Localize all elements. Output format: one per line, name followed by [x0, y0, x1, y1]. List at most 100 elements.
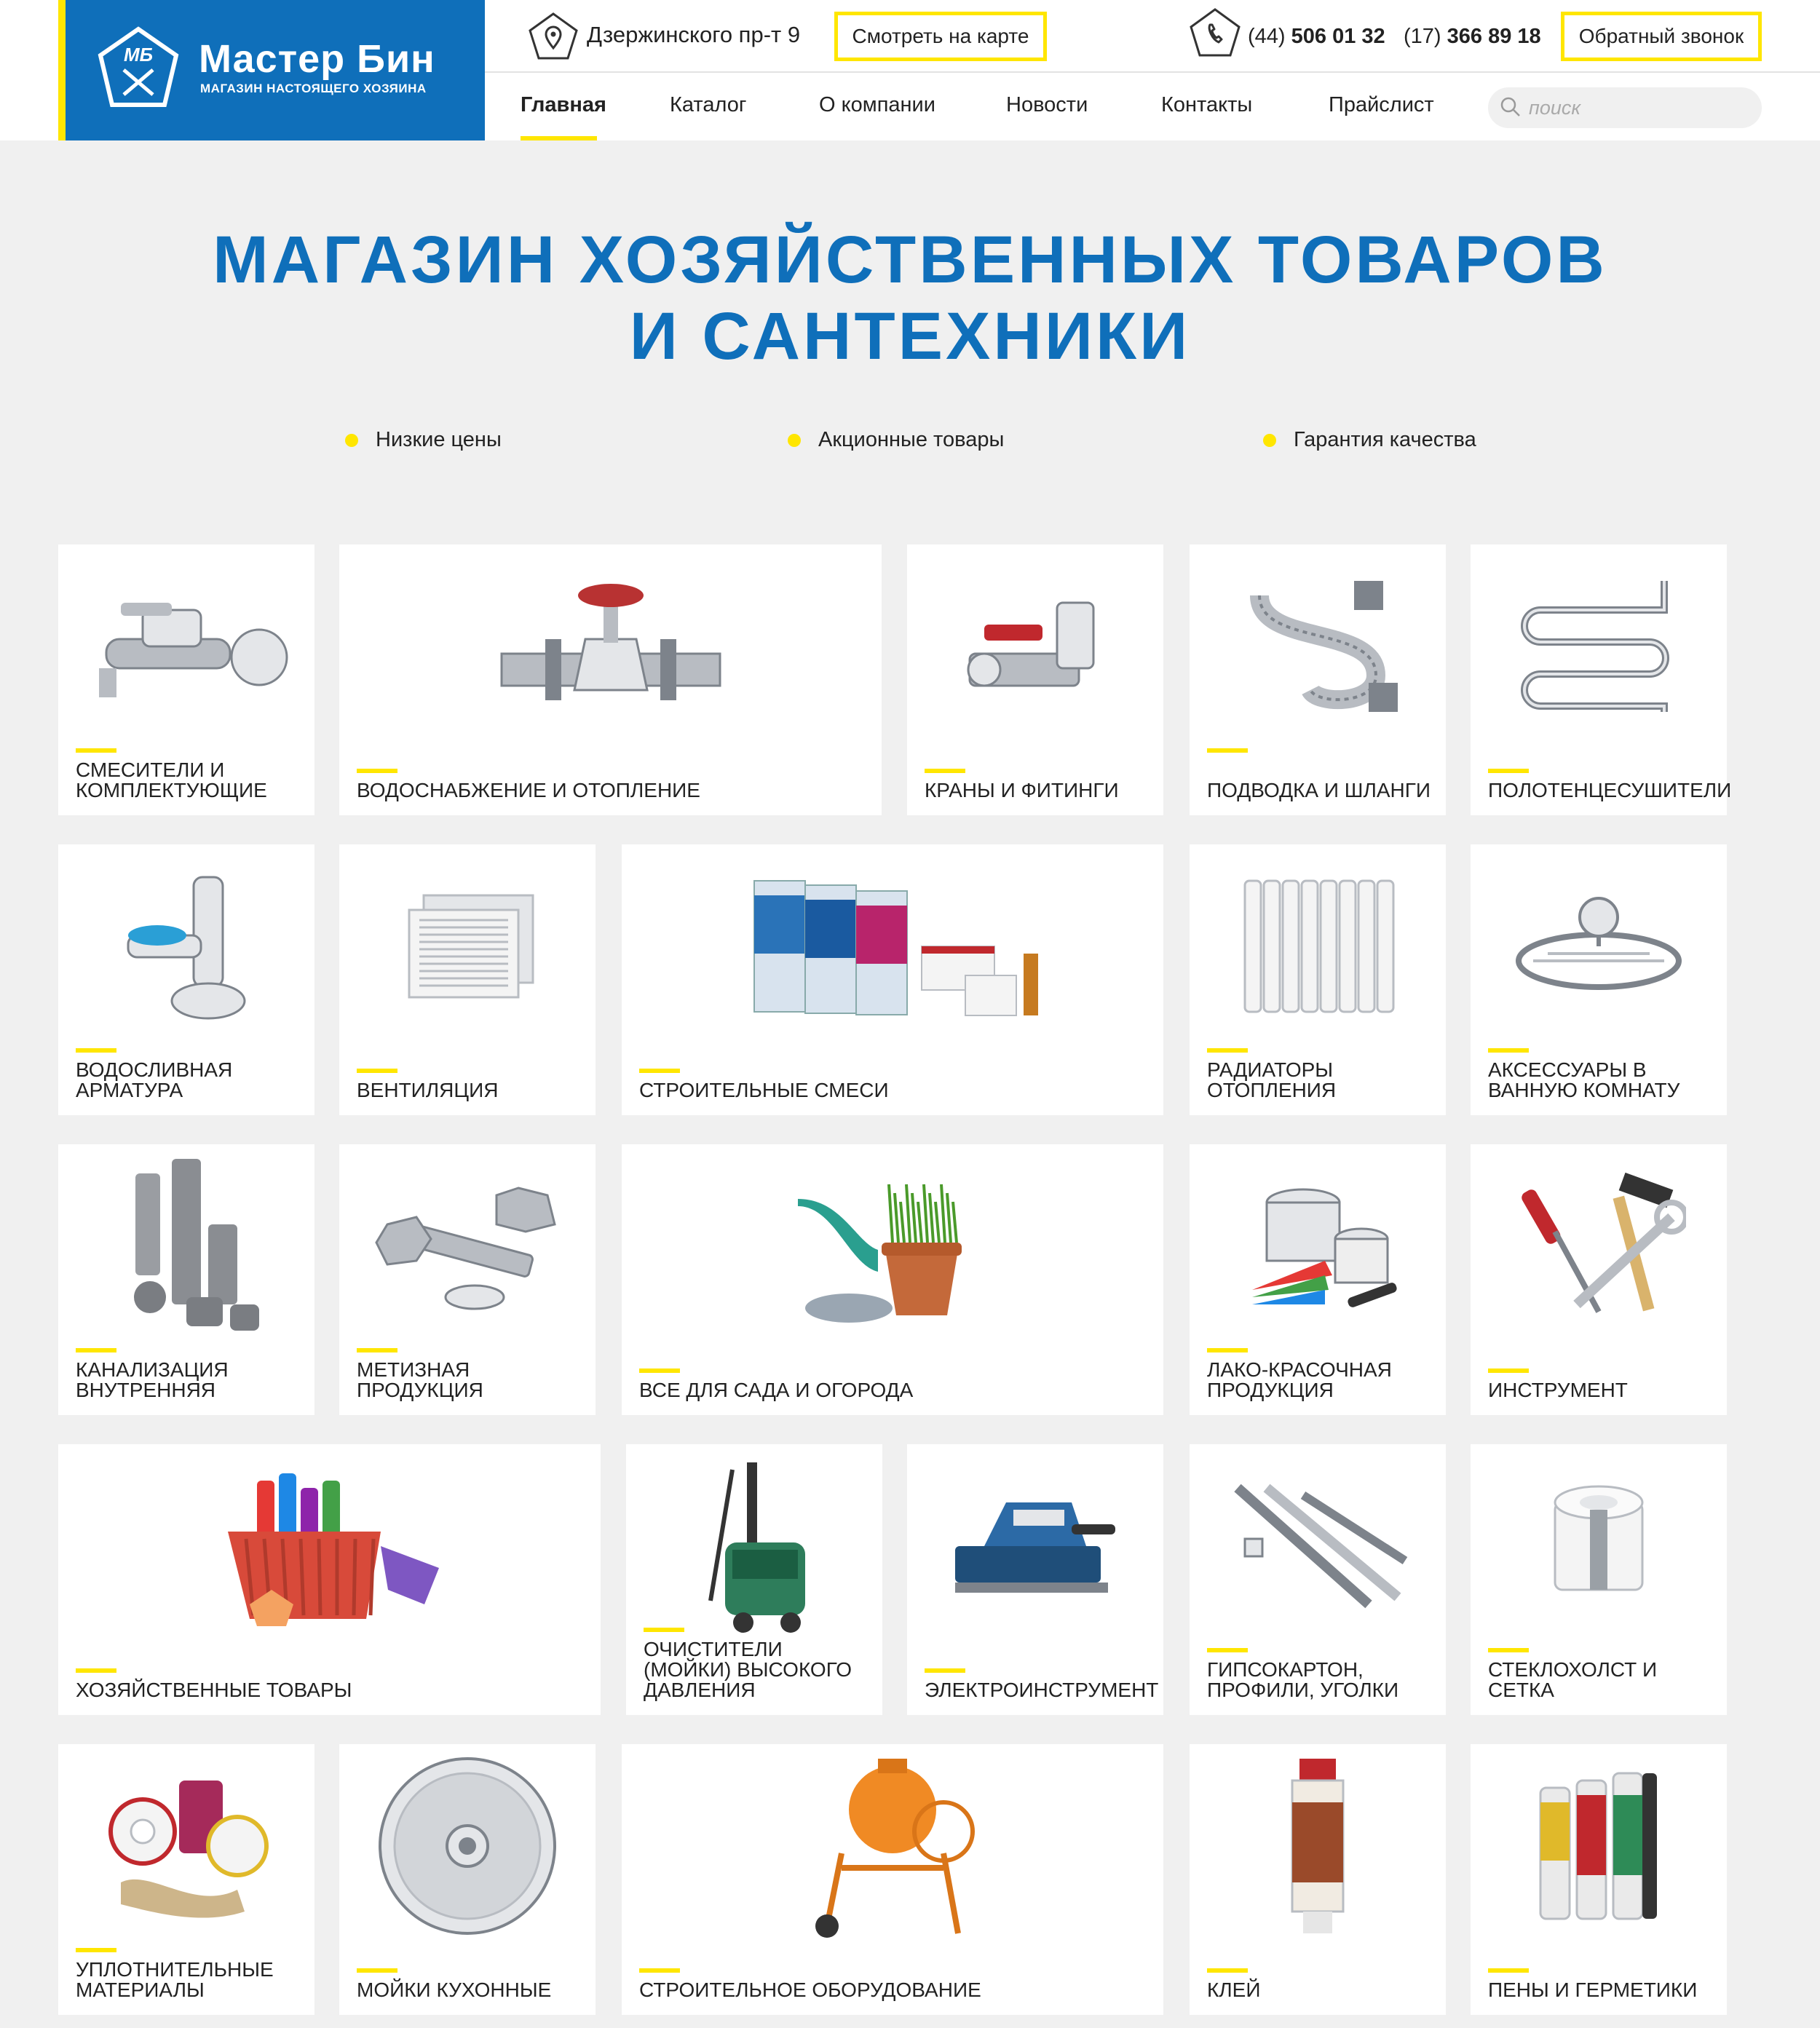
tile-accent-bar	[357, 769, 397, 773]
search-box	[1488, 87, 1762, 128]
category-tile[interactable]: Подводка и шланги	[1190, 544, 1446, 815]
tile-accent-bar	[639, 1968, 680, 1973]
category-tile[interactable]: Клей	[1190, 1744, 1446, 2015]
category-tile[interactable]: Мойки кухонные	[339, 1744, 596, 2015]
category-label: Вентиляция	[357, 1079, 499, 1101]
profiles-icon	[1190, 1466, 1446, 1626]
category-label: Стеклохолст и сетка	[1488, 1658, 1658, 1701]
radiator-icon	[1190, 866, 1446, 1026]
category-label: Радиаторы отопления	[1207, 1058, 1337, 1101]
category-label: Инструмент	[1488, 1379, 1628, 1401]
category-tile[interactable]: Электроинструмент	[907, 1444, 1163, 1715]
view-on-map-button[interactable]: Смотреть на карте	[834, 12, 1047, 61]
tile-accent-bar	[76, 1948, 116, 1952]
logo-accent-strip	[58, 0, 66, 140]
siphon-icon	[58, 866, 314, 1026]
nav-item-news[interactable]: Новости	[1006, 93, 1088, 117]
foam-cans-icon	[1471, 1766, 1727, 1926]
category-tile[interactable]: Краны и фитинги	[907, 544, 1163, 815]
site-header: МБ Мастер Бин МАГАЗИН НАСТОЯЩЕГО ХОЗЯИНА…	[0, 0, 1820, 140]
category-label: Строительное оборудование	[639, 1979, 981, 2001]
tools-icon	[1471, 1166, 1727, 1326]
active-nav-indicator	[521, 136, 597, 140]
bullet-dot-icon	[1263, 433, 1276, 447]
phone-number-1[interactable]: (44) 506 01 32	[1248, 25, 1385, 49]
category-tile[interactable]: Водосливная арматура	[58, 844, 314, 1115]
bullet-dot-icon	[345, 433, 358, 447]
category-label: Смесители и комплектующие	[76, 758, 267, 801]
category-label: Краны и фитинги	[925, 779, 1119, 801]
page-title-line-1: МАГАЗИН ХОЗЯЙСТВЕННЫХ ТОВАРОВ	[213, 223, 1607, 297]
towel-dryer-icon	[1471, 566, 1727, 726]
nav-item-about[interactable]: О компании	[819, 93, 935, 117]
category-tile[interactable]: Метизная продукция	[339, 1144, 596, 1415]
tile-accent-bar	[1207, 1348, 1248, 1352]
category-tile[interactable]: Смесители и комплектующие	[58, 544, 314, 815]
header-divider	[485, 71, 1820, 73]
tile-accent-bar	[639, 1368, 680, 1373]
callback-button[interactable]: Обратный звонок	[1561, 12, 1762, 61]
category-tile[interactable]: Строительные смеси	[622, 844, 1163, 1115]
category-label: Подводка и шланги	[1207, 779, 1431, 801]
category-tile[interactable]: Полотенцесушители	[1471, 544, 1731, 815]
hose-icon	[1190, 566, 1446, 726]
tile-accent-bar	[644, 1628, 684, 1632]
tile-accent-bar	[357, 1968, 397, 1973]
category-label: Клей	[1207, 1979, 1261, 2001]
category-tile[interactable]: Водоснабжение и отопление	[339, 544, 882, 815]
nav-item-catalog[interactable]: Каталог	[670, 93, 746, 117]
tile-accent-bar	[639, 1069, 680, 1073]
category-tile[interactable]: Очистители (мойки) высокого давления	[626, 1444, 882, 1715]
seal-tape-icon	[58, 1766, 314, 1926]
category-tile[interactable]: Инструмент	[1471, 1144, 1727, 1415]
tile-accent-bar	[1488, 1048, 1529, 1053]
category-tile[interactable]: Все для сада и огорода	[622, 1144, 1163, 1415]
concrete-mixer-icon	[622, 1759, 1163, 1938]
feature-label: Низкие цены	[376, 428, 502, 451]
logo-title: Мастер Бин	[199, 37, 435, 81]
phone-icon	[1190, 8, 1241, 57]
category-label: Хозяйственные товары	[76, 1679, 352, 1701]
feature-low-prices: Низкие цены	[345, 428, 502, 452]
category-tile[interactable]: Хозяйственные товары	[58, 1444, 601, 1715]
category-tile[interactable]: Вентиляция	[339, 844, 596, 1115]
tile-accent-bar	[925, 769, 965, 773]
soap-dish-icon	[1471, 866, 1727, 1026]
category-tile[interactable]: Уплотнительные материалы	[58, 1744, 314, 2015]
category-tile[interactable]: Канализация внутренняя	[58, 1144, 314, 1415]
phone-number-2[interactable]: (17) 366 89 18	[1404, 25, 1541, 49]
category-tile[interactable]: Радиаторы отопления	[1190, 844, 1446, 1115]
category-label: Канализация внутренняя	[76, 1358, 229, 1401]
logo-subtitle: МАГАЗИН НАСТОЯЩЕГО ХОЗЯИНА	[200, 82, 427, 95]
category-tile[interactable]: Пены и герметики	[1471, 1744, 1727, 2015]
sink-icon	[339, 1757, 596, 1935]
category-tile[interactable]: Стеклохолст и сетка	[1471, 1444, 1727, 1715]
nav-item-contacts[interactable]: Контакты	[1161, 93, 1252, 117]
tile-accent-bar	[1207, 1968, 1248, 1973]
nav-item-home[interactable]: Главная	[521, 93, 606, 117]
phone-1-code: (44)	[1248, 25, 1286, 48]
tile-accent-bar	[1488, 1648, 1529, 1652]
category-label: Водоснабжение и отопление	[357, 779, 700, 801]
valve-icon	[339, 566, 882, 726]
category-tile[interactable]: Строительное оборудование	[622, 1744, 1163, 2015]
search-icon[interactable]	[1500, 96, 1522, 118]
bullet-dot-icon	[788, 433, 801, 447]
nav-item-pricelist[interactable]: Прайслист	[1329, 93, 1434, 117]
logo[interactable]: МБ Мастер Бин МАГАЗИН НАСТОЯЩЕГО ХОЗЯИНА	[66, 0, 485, 140]
tile-accent-bar	[1207, 748, 1248, 753]
basket-icon	[58, 1466, 601, 1626]
category-tile[interactable]: Лако-красочная продукция	[1190, 1144, 1446, 1415]
search-input[interactable]	[1529, 92, 1747, 124]
tile-accent-bar	[1207, 1648, 1248, 1652]
category-tile[interactable]: Гипсокартон, профили, уголки	[1190, 1444, 1446, 1715]
logo-emblem-icon: МБ	[98, 26, 179, 107]
tile-accent-bar	[76, 748, 116, 753]
page-title: МАГАЗИН ХОЗЯЙСТВЕННЫХ ТОВАРОВ И САНТЕХНИ…	[0, 222, 1820, 375]
category-tile[interactable]: Аксессуары в ванную комнату	[1471, 844, 1727, 1115]
paint-icon	[1190, 1166, 1446, 1326]
bolts-icon	[339, 1166, 596, 1326]
category-label: Уплотнительные материалы	[76, 1958, 274, 2001]
planer-icon	[907, 1466, 1163, 1626]
tile-accent-bar	[1488, 769, 1529, 773]
